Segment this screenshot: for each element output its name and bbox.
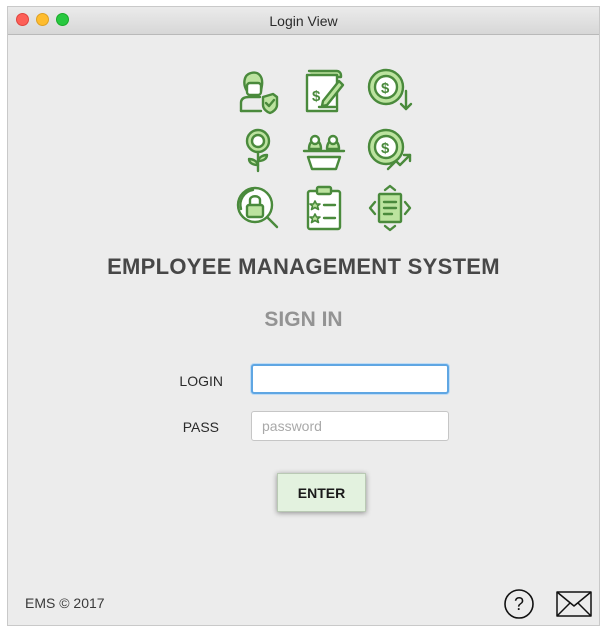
svg-text:$: $ <box>312 88 321 105</box>
svg-text:$: $ <box>381 140 390 157</box>
enter-button[interactable]: ENTER <box>277 473 366 512</box>
login-input[interactable] <box>251 364 449 394</box>
svg-text:$: $ <box>381 80 390 97</box>
pass-label: PASS <box>182 419 219 435</box>
app-heading: EMPLOYEE MANAGEMENT SYSTEM <box>107 254 500 279</box>
coin-growth-icon: $ <box>367 128 412 171</box>
title-bar: Login View <box>8 7 599 35</box>
help-icon[interactable]: ? <box>503 588 535 620</box>
password-input[interactable] <box>251 411 449 441</box>
money-plant-icon <box>245 128 271 173</box>
login-label: LOGIN <box>179 373 223 389</box>
sign-in-heading: SIGN IN <box>264 308 343 331</box>
coin-down-icon: $ <box>367 68 413 111</box>
employee-shield-icon <box>239 71 279 115</box>
copyright-text: EMS © 2017 <box>25 595 105 611</box>
mail-icon[interactable] <box>556 591 592 617</box>
search-lock-icon <box>236 186 279 229</box>
team-meeting-icon <box>302 134 346 171</box>
document-arrows-icon <box>368 184 412 232</box>
clipboard-rating-icon <box>306 185 342 231</box>
window-title: Login View <box>269 13 338 29</box>
login-window: Login View $ $ $ EMPLOYEE MANAGEMENT SYS… <box>8 7 599 625</box>
svg-text:?: ? <box>514 594 524 614</box>
invoice-edit-icon: $ <box>305 69 345 113</box>
